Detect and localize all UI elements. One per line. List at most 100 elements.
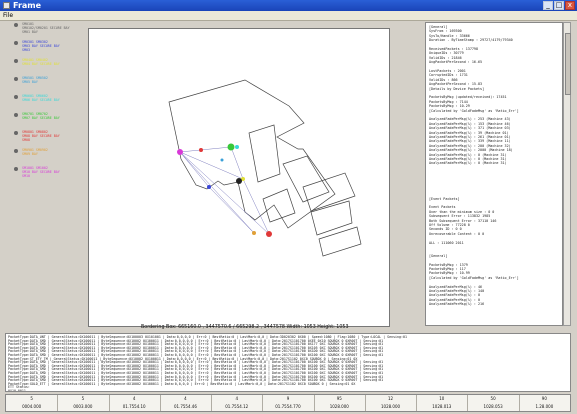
legend-entry: SM0501 SM0502 SM05 BAY (14, 76, 84, 92)
legend-dot-icon (14, 23, 18, 27)
statistics-panel: [General] SysFrom : 169300 SysTo/Handle : … (425, 22, 563, 326)
table-cell: 4 (132, 396, 136, 401)
stats-line: UniqueIDs : 30779 (429, 51, 464, 56)
stats-line: AnalyzedFadePerMsg(%) : 0 (Machine 31) (429, 157, 507, 161)
stats-line: [Details by Device Packets] (429, 86, 485, 91)
table-cell: 50 (490, 396, 496, 401)
canvas-status-text: Bordering Box: 665160.0 , 3447570.6 / 66… (141, 325, 349, 330)
legend-entry: SM0701 SM0702 SM07 BAY SECURE BAY (14, 112, 84, 128)
table-divider (262, 395, 264, 411)
table-cell: 95 (336, 396, 342, 401)
close-button[interactable]: x (565, 1, 575, 10)
window-title: Frame (13, 1, 42, 10)
link-line (179, 146, 232, 153)
window-controls: _ □ x (543, 1, 575, 10)
node-marker (199, 148, 203, 152)
stats-line: AnalyzedFadePerMsg(%) : 200 (Machine 32) (429, 143, 511, 148)
table-cell: 4 (184, 396, 187, 401)
stats-line: SysFrom : 169300 (429, 29, 462, 34)
menu-bar: File (0, 11, 577, 21)
table-divider (364, 395, 366, 411)
legend-dot-icon (14, 59, 18, 63)
menu-file[interactable]: File (3, 11, 13, 20)
stats-line: PacketsByMsg : 10.29 (429, 104, 470, 109)
stats-line: AnalyzedFadePerMsg(%) : 153 (Machine 46) (429, 121, 511, 126)
link-line (208, 186, 255, 234)
packet-log-panel[interactable]: PacketType:DATA_UNT | GeneralStatus:0X10… (5, 333, 571, 392)
table-cell: 1.28.000 (535, 404, 554, 409)
table-divider (313, 395, 315, 411)
stats-line: LostPackets : 2001 (429, 69, 466, 73)
table-cell: 1028.053 (483, 404, 503, 409)
table-cell: 5 (81, 396, 85, 401)
table-cell: 9 (286, 396, 290, 401)
stats-line: AnalyzedFadePerMsg(%) : 39 (Machine 01) (429, 130, 509, 135)
link-line (230, 146, 244, 180)
stats-line: PacketsByMsg : 10.99 (429, 271, 470, 276)
table-divider (211, 395, 213, 411)
node-marker (207, 185, 211, 189)
node-marker (236, 178, 242, 184)
stats-line: Unrecoverable Content : 0 0 (429, 231, 485, 236)
log-line: 0X10-0011 (8, 389, 26, 392)
table-cell: 01.7554.10 (122, 404, 146, 409)
node-marker (266, 231, 272, 237)
stats-line: AvgPacketPerSecond : 16.65 (429, 60, 483, 65)
stats-line: [Event Packets] (429, 196, 460, 201)
legend-dot-icon (14, 131, 18, 135)
floor-plan-canvas[interactable] (88, 28, 390, 327)
table-cell: 10 (439, 396, 445, 401)
table-cell: 01.7554.770 (275, 404, 301, 409)
stats-line: Seconds ID : 0 0 (429, 227, 462, 232)
legend-label: SM01 BAY (22, 30, 38, 34)
stats-line: ReceivedPackets : 137798 (429, 47, 478, 51)
legend-dot-icon (14, 167, 18, 171)
stats-line: ALL : 111060 2011 (429, 240, 464, 245)
legend-entry: SM0801 SM0802 SM08 BAY SECURE BAY SM08 (14, 130, 84, 146)
maximize-button[interactable]: □ (554, 1, 564, 10)
building-outline (168, 79, 336, 229)
node-marker (227, 143, 235, 151)
link-line (179, 151, 270, 235)
stats-line: AnalyzedFadePerMsg(%) : 0 (Machine 31) (429, 152, 507, 157)
table-cell: 1028.000 (380, 404, 401, 409)
table-divider (416, 395, 418, 411)
legend-label: SM08 (22, 138, 30, 142)
title-bar: Frame _ □ x (0, 0, 577, 11)
node-marker (177, 149, 183, 155)
table-cell: 4 (235, 396, 238, 401)
stats-line: PacketsByMsg : 7144 (429, 99, 468, 104)
stats-line: Both Subsequent Error : 37110 146 (429, 218, 497, 223)
stats-line: AnalyzedFadePerMsg(%) : 2000 (Machine 18… (429, 148, 513, 153)
app-icon (3, 2, 10, 9)
stats-line: ValidIDs : 21846 (429, 55, 462, 60)
minimize-button[interactable]: _ (543, 1, 553, 10)
stats-line: Event Packets (429, 205, 456, 210)
legend-dot-icon (14, 41, 18, 45)
node-marker (220, 158, 224, 162)
table-cell: 5 (30, 396, 33, 401)
stats-line: [Calculated by 'GoldFadeMsg' as 'Ratio_E… (429, 275, 519, 280)
stats-line: CorruptedIDs : 1731 (429, 73, 468, 78)
building-room-e (310, 200, 353, 236)
link-line (179, 151, 244, 180)
legend-label: SM10 (22, 174, 30, 178)
scrollbar-thumb[interactable] (565, 33, 571, 95)
legend-entry: SM0101 SM0102/SM0201 SECURE BAY SM01 BAY (14, 22, 84, 38)
legend-entry: SM0301 SM0302 SM03 BAY SECURE BAY SM03 (14, 40, 84, 56)
node-marker (252, 231, 256, 235)
stats-line: ValidIDs : 866 (429, 77, 458, 82)
link-line (179, 151, 255, 234)
legend-entry: SM0901 SM0902 SM09 BAY (14, 148, 84, 164)
table-divider (159, 395, 161, 411)
table-cell: 0003.000 (73, 404, 93, 409)
table-divider (108, 395, 110, 411)
stats-line: Subsequent Error : 113832 1985 (429, 214, 491, 219)
legend-entry: SM0401 SM0402 SM04 BAY SECURE BAY (14, 58, 84, 74)
stats-line: AnalyzedFadePerMsg(%) : 371 (Machine 03) (429, 126, 511, 131)
statistics-scrollbar[interactable] (563, 22, 571, 326)
table-cell: 01.7554.12 (225, 404, 249, 409)
table-divider (467, 395, 469, 411)
table-cell: 1028.000 (329, 404, 349, 409)
stats-line: [Calculated by 'GoldFadeMsg' as 'Ratio_E… (429, 108, 519, 113)
